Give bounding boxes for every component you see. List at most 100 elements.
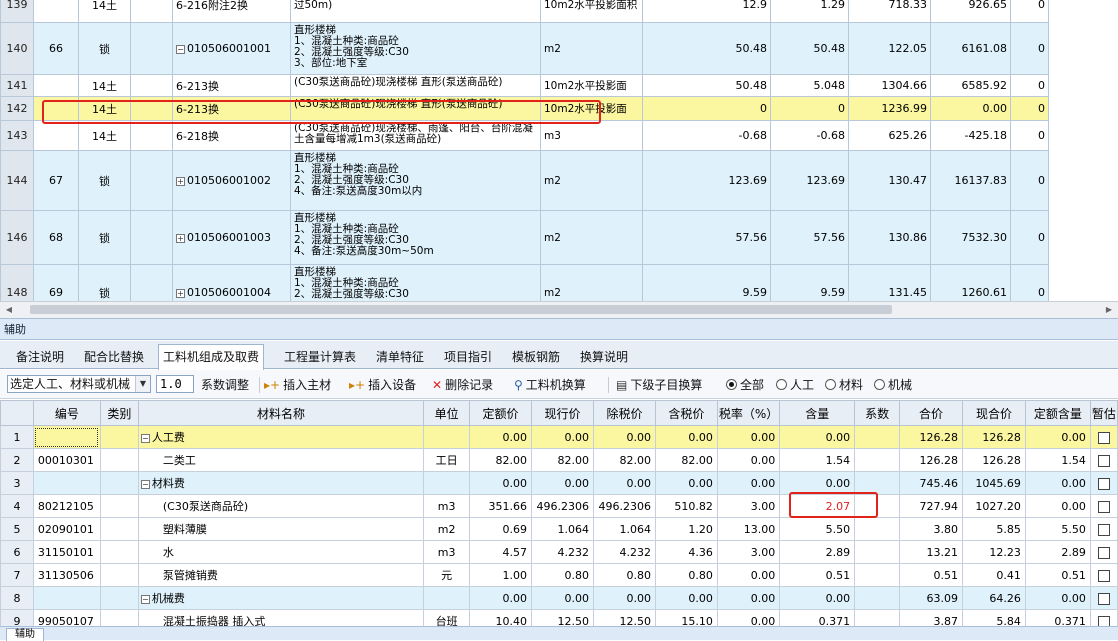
- description-cell[interactable]: 直形楼梯 1、混凝土种类:商品砼 2、混凝土强度等级:C30 4、备注:泵送高度…: [290, 150, 541, 211]
- amount-cell[interactable]: 63.09: [899, 586, 963, 610]
- resource-row[interactable]: 5 02090101 塑料薄膜 m2 0.69 1.064 1.064 1.20 13.00 5.…: [0, 517, 1118, 541]
- extra-cell[interactable]: 0: [1010, 22, 1049, 75]
- price-cell[interactable]: 122.05: [848, 22, 931, 75]
- provisional-cell[interactable]: [1089, 448, 1118, 472]
- quantity-cell[interactable]: 0.00: [779, 425, 856, 449]
- code-cell[interactable]: 6-218换: [172, 120, 291, 151]
- total-cell[interactable]: -425.18: [930, 120, 1011, 151]
- description-cell[interactable]: 直形楼梯 1、混凝土种类:商品砼 2、混凝土强度等级:C30 4、备注:泵送高度…: [290, 210, 541, 265]
- quantity-cell[interactable]: 2.07: [779, 494, 856, 518]
- code-cell[interactable]: 31150101: [32, 540, 101, 564]
- bill-row[interactable]: 146 68 锁 +010506001003 直形楼梯 1、混凝土种类:商品砼 2、混凝…: [0, 210, 1049, 265]
- bill-row[interactable]: 144 67 锁 +010506001002 直形楼梯 1、混凝土种类:商品砼 2、混凝…: [0, 150, 1049, 211]
- base-quantity-cell[interactable]: 0.00: [1024, 425, 1091, 449]
- description-cell[interactable]: (C30泵送商品砼)现浇楼梯 直形(泵送商品砼): [290, 96, 541, 121]
- price-cell[interactable]: 130.47: [848, 150, 931, 211]
- pretax-price-cell[interactable]: 496.2306: [592, 494, 656, 518]
- current-price-cell[interactable]: 12.50: [531, 609, 594, 626]
- quantity-cell[interactable]: 50.48: [770, 22, 849, 75]
- unit-cell[interactable]: 工日: [423, 448, 471, 472]
- quantity-expr-cell[interactable]: 57.56: [642, 210, 771, 265]
- delete-record-button[interactable]: ✕ 删除记录: [432, 376, 493, 394]
- row-number[interactable]: 146: [0, 210, 34, 265]
- resource-row[interactable]: 9 99050107 混凝土振捣器 插入式 台班 10.40 12.50 12.50 15.1…: [0, 609, 1118, 626]
- description-cell[interactable]: ...现浇楼梯 整体楼梯(泵送商品砼)(附注:输送高度超过50m): [290, 0, 541, 23]
- tab-list-features[interactable]: 清单特征: [372, 346, 428, 368]
- resource-row[interactable]: 3 − 材料费 0.00 0.00 0.00 0.00 0.00 0.00 745.46 1045.…: [0, 471, 1118, 495]
- filter-all-radio[interactable]: 全部: [726, 376, 764, 394]
- column-header[interactable]: 编号: [32, 400, 101, 426]
- base-quantity-cell[interactable]: 0.51: [1024, 563, 1091, 587]
- coefficient-cell[interactable]: [854, 425, 901, 449]
- quantity-expr-cell[interactable]: 123.69: [642, 150, 771, 211]
- provisional-checkbox[interactable]: [1097, 431, 1110, 444]
- row-number[interactable]: 4: [0, 494, 34, 518]
- amount-cell[interactable]: 3.80: [899, 517, 963, 541]
- extra-cell[interactable]: 0: [1010, 0, 1049, 23]
- blank-cell[interactable]: [130, 0, 173, 23]
- provisional-checkbox[interactable]: [1097, 615, 1110, 626]
- total-cell[interactable]: 7532.30: [930, 210, 1011, 265]
- row-number[interactable]: 7: [0, 563, 34, 587]
- base-quantity-cell[interactable]: 2.89: [1024, 540, 1091, 564]
- current-amount-cell[interactable]: 12.23: [961, 540, 1026, 564]
- provisional-checkbox[interactable]: [1097, 500, 1110, 513]
- quantity-cell[interactable]: 2.89: [779, 540, 856, 564]
- collapse-icon[interactable]: −: [140, 594, 150, 604]
- row-number[interactable]: 140: [0, 22, 34, 75]
- current-amount-cell[interactable]: 5.84: [961, 609, 1026, 626]
- extra-cell[interactable]: 0: [1010, 74, 1049, 97]
- quantity-expr-cell[interactable]: 9.59: [642, 264, 771, 301]
- pretax-price-cell[interactable]: 4.232: [592, 540, 656, 564]
- tax-rate-cell[interactable]: 0.00: [716, 563, 781, 587]
- column-header[interactable]: 系数: [854, 400, 901, 426]
- blank-cell[interactable]: [130, 74, 173, 97]
- seq-cell[interactable]: 67: [33, 150, 79, 211]
- filter-labor-radio[interactable]: 人工: [776, 376, 814, 394]
- bill-row[interactable]: 139 14土 6-216附注2换 ...现浇楼梯 整体楼梯(泵送商品砼)(附注:输送…: [0, 0, 1049, 23]
- current-amount-cell[interactable]: 1045.69: [961, 471, 1026, 495]
- current-price-cell[interactable]: 496.2306: [531, 494, 594, 518]
- provisional-cell[interactable]: [1089, 586, 1118, 610]
- coefficient-cell[interactable]: [854, 471, 901, 495]
- unit-cell[interactable]: m3: [423, 494, 471, 518]
- amount-cell[interactable]: 126.28: [899, 448, 963, 472]
- code-cell[interactable]: 6-216附注2换: [172, 0, 291, 23]
- column-header[interactable]: 类别: [99, 400, 139, 426]
- base-price-cell[interactable]: 0.00: [469, 425, 532, 449]
- amount-cell[interactable]: 745.46: [899, 471, 963, 495]
- insert-equipment-button[interactable]: ▸+ 插入设备: [349, 376, 416, 394]
- taxed-price-cell[interactable]: 1.20: [654, 517, 718, 541]
- tax-rate-cell[interactable]: 0.00: [716, 586, 781, 610]
- expand-icon[interactable]: +: [176, 176, 185, 186]
- bill-row[interactable]: 148 69 锁 +010506001004 直形楼梯 1、混凝土种类:商品砼 2、混凝…: [0, 264, 1049, 301]
- pretax-price-cell[interactable]: 12.50: [592, 609, 656, 626]
- current-amount-cell[interactable]: 64.26: [961, 586, 1026, 610]
- category-cell[interactable]: [99, 540, 139, 564]
- seq-cell[interactable]: [33, 96, 79, 121]
- quantity-cell[interactable]: 9.59: [770, 264, 849, 301]
- code-cell[interactable]: 02090101: [32, 517, 101, 541]
- scroll-right-icon[interactable]: ▶: [1104, 304, 1114, 316]
- resource-row[interactable]: 4 80212105 (C30泵送商品砼) m3 351.66 496.2306 496.2…: [0, 494, 1118, 518]
- bill-row[interactable]: 142 14土 6-213换 (C30泵送商品砼)现浇楼梯 直形(泵送商品砼) 10m2…: [0, 96, 1049, 121]
- quantity-cell[interactable]: 57.56: [770, 210, 849, 265]
- base-price-cell[interactable]: 82.00: [469, 448, 532, 472]
- horizontal-scrollbar[interactable]: ◀ ▶: [0, 301, 1118, 318]
- quantity-cell[interactable]: 0: [770, 96, 849, 121]
- provisional-cell[interactable]: [1089, 517, 1118, 541]
- tax-rate-cell[interactable]: 3.00: [716, 494, 781, 518]
- current-price-cell[interactable]: 4.232: [531, 540, 594, 564]
- resource-row[interactable]: 2 00010301 二类工 工日 82.00 82.00 82.00 82.00 0.00 1.…: [0, 448, 1118, 472]
- tab-quantity-calc[interactable]: 工程量计算表: [280, 346, 360, 368]
- row-number[interactable]: 144: [0, 150, 34, 211]
- provisional-cell[interactable]: [1089, 540, 1118, 564]
- seq-cell[interactable]: 68: [33, 210, 79, 265]
- bill-row[interactable]: 143 14土 6-218换 (C30泵送商品砼)现浇楼梯、雨篷、阳台、台阶混凝土含量…: [0, 120, 1049, 151]
- description-cell[interactable]: (C30泵送商品砼)现浇楼梯 直形(泵送商品砼): [290, 74, 541, 97]
- name-cell[interactable]: − 机械费: [137, 586, 425, 610]
- quantity-cell[interactable]: 0.00: [779, 586, 856, 610]
- unit-cell[interactable]: 10m2水平投影面: [540, 96, 643, 121]
- category-cell[interactable]: [99, 586, 139, 610]
- expand-icon[interactable]: +: [176, 233, 185, 243]
